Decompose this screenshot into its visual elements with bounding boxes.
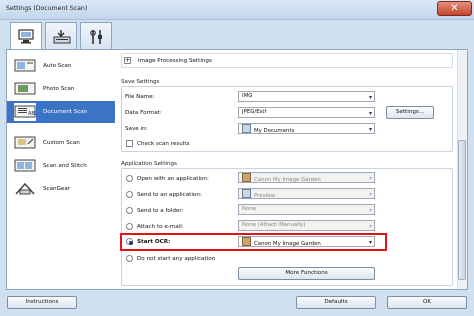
document-scan-icon: ABC — [14, 103, 36, 121]
photo-scan-icon — [14, 82, 36, 95]
general-settings-icon — [90, 30, 102, 44]
save-settings-heading: Save Settings — [121, 79, 160, 85]
more-functions-button[interactable]: More Functions — [238, 267, 375, 280]
sidebar-item-auto-scan[interactable]: Auto Scan — [7, 55, 115, 77]
sidebar-item-label: Custom Scan — [43, 140, 80, 146]
send-folder-combo[interactable]: None ▾ — [238, 204, 375, 215]
chevron-down-icon: ▾ — [368, 191, 372, 198]
tab-scan-from-panel[interactable] — [45, 22, 77, 50]
scrollbar-thumb[interactable] — [458, 140, 466, 280]
data-format-value: JPEG/Exif — [242, 109, 267, 115]
file-name-combo[interactable]: IMG ▾ — [238, 91, 375, 102]
attach-email-combo[interactable]: None (Attach Manually) ▾ — [238, 220, 375, 231]
settings-content: + Image Processing Settings Save Setting… — [118, 50, 456, 289]
sidebar-item-label: Auto Scan — [43, 63, 72, 69]
start-ocr-combo[interactable]: Canon My Image Garden ▾ — [238, 236, 375, 247]
tab-general-settings[interactable] — [80, 22, 112, 50]
chevron-down-icon: ▾ — [368, 239, 372, 246]
start-ocr-value: Canon My Image Garden — [254, 241, 321, 247]
send-app-value: Preview — [254, 193, 275, 199]
svg-text:ABC: ABC — [28, 111, 36, 117]
save-in-value: My Documents — [254, 128, 295, 134]
attach-email-label: Attach to e-mail: — [137, 224, 184, 230]
image-garden-icon — [242, 173, 251, 182]
scan-from-computer-icon — [18, 29, 34, 44]
expand-button[interactable]: + — [124, 57, 131, 64]
chevron-down-icon: ▾ — [368, 175, 372, 182]
save-in-label: Save in: — [125, 126, 148, 132]
chevron-down-icon: ▾ — [368, 207, 372, 214]
chevron-down-icon: ▾ — [368, 110, 372, 117]
chevron-down-icon: ▾ — [368, 94, 372, 101]
no-app-radio[interactable] — [126, 255, 133, 262]
send-folder-label: Send to a folder: — [137, 208, 184, 214]
open-app-value: Canon My Image Garden — [254, 177, 321, 183]
format-settings-button[interactable]: Settings... — [386, 106, 434, 119]
open-app-label: Open with an application: — [137, 176, 209, 182]
custom-scan-icon — [14, 136, 36, 149]
scan-and-stitch-icon — [14, 159, 36, 172]
scangear-icon — [15, 182, 35, 195]
sidebar-item-label: Scan and Stitch — [43, 163, 87, 169]
defaults-button[interactable]: Defaults — [296, 296, 376, 309]
sidebar-item-scan-and-stitch[interactable]: Scan and Stitch — [7, 155, 115, 177]
sidebar-item-label: ScanGear — [43, 186, 71, 192]
preview-app-icon — [242, 189, 251, 198]
chevron-down-icon: ▾ — [368, 223, 372, 230]
scan-mode-sidebar: Auto Scan Photo Scan ABC Document Scan C… — [7, 50, 115, 289]
sidebar-item-photo-scan[interactable]: Photo Scan — [7, 78, 115, 100]
send-app-label: Send to an application: — [137, 192, 202, 198]
check-scan-results-checkbox[interactable] — [126, 140, 133, 147]
sidebar-item-label: Document Scan — [43, 109, 88, 115]
sidebar-item-document-scan[interactable]: ABC Document Scan — [7, 101, 115, 123]
send-app-radio[interactable] — [126, 191, 133, 198]
data-format-label: Data Format: — [125, 110, 162, 116]
scan-from-panel-icon — [53, 30, 71, 44]
no-app-label: Do not start any application — [137, 256, 216, 262]
save-in-combo[interactable]: My Documents ▾ — [238, 123, 375, 134]
send-folder-value: None — [242, 206, 257, 212]
tab-strip — [6, 22, 468, 51]
sidebar-item-scangear[interactable]: ScanGear — [7, 178, 115, 200]
auto-scan-icon — [14, 59, 36, 72]
sidebar-item-label: Photo Scan — [43, 86, 75, 92]
send-app-combo[interactable]: Preview ▾ — [238, 188, 375, 199]
instructions-button[interactable]: Instructions — [7, 296, 77, 309]
window-title: Settings (Document Scan) — [6, 5, 88, 12]
start-ocr-radio[interactable] — [126, 238, 133, 245]
start-ocr-label: Start OCR: — [137, 239, 171, 245]
open-app-combo[interactable]: Canon My Image Garden ▾ — [238, 172, 375, 183]
ok-button[interactable]: OK — [387, 296, 467, 309]
image-garden-icon — [242, 237, 251, 246]
chevron-down-icon: ▾ — [368, 126, 372, 133]
file-name-value: IMG — [242, 93, 253, 99]
tab-scan-from-computer[interactable] — [10, 22, 42, 51]
application-settings-heading: Application Settings — [121, 161, 177, 167]
attach-email-radio[interactable] — [126, 223, 133, 230]
folder-icon — [242, 124, 251, 133]
send-folder-radio[interactable] — [126, 207, 133, 214]
open-app-radio[interactable] — [126, 175, 133, 182]
check-scan-results-label: Check scan results — [137, 141, 190, 147]
image-processing-label[interactable]: Image Processing Settings — [138, 58, 212, 64]
attach-email-value: None (Attach Manually) — [242, 222, 306, 228]
data-format-combo[interactable]: JPEG/Exif ▾ — [238, 107, 375, 118]
close-button[interactable]: ✕ — [437, 1, 472, 16]
file-name-label: File Name: — [125, 94, 155, 100]
sidebar-item-custom-scan[interactable]: Custom Scan — [7, 132, 115, 154]
